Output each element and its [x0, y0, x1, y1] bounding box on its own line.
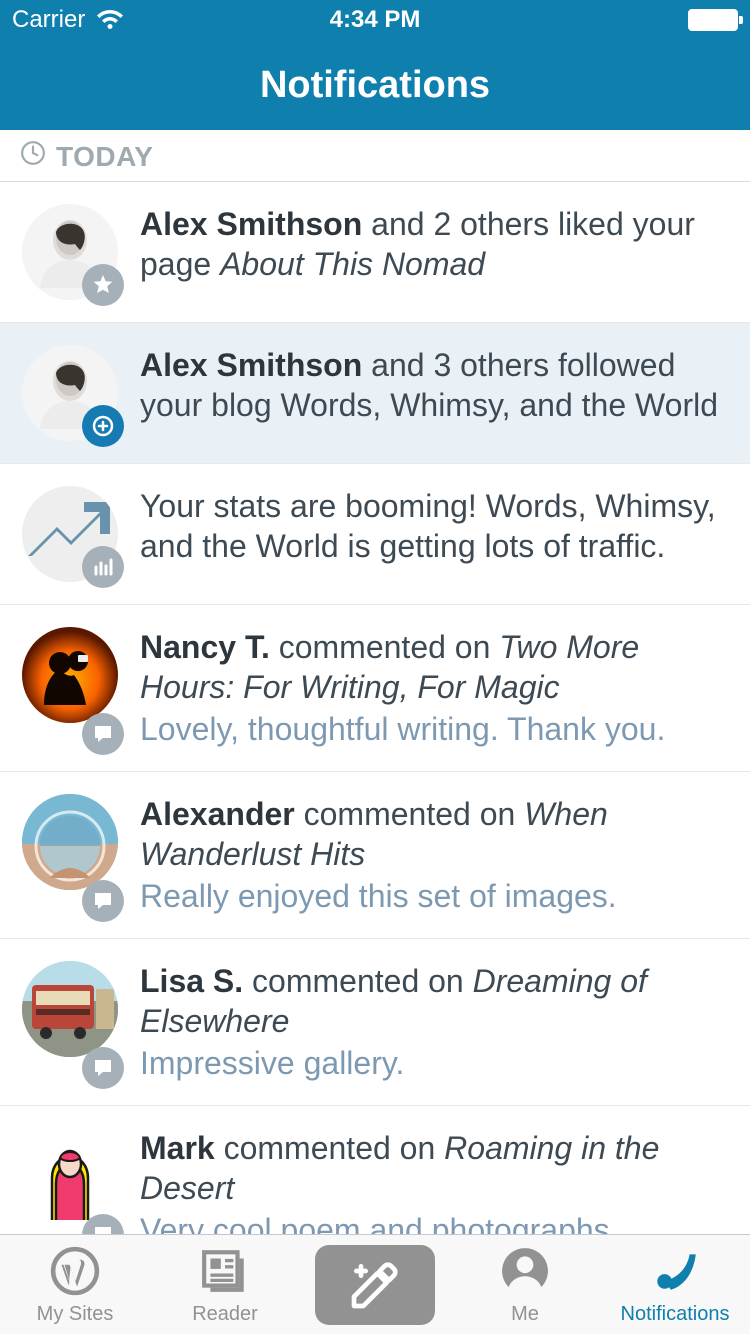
notification-item[interactable]: Your stats are booming! Words, Whimsy, a…: [0, 464, 750, 605]
person-icon: [500, 1243, 550, 1299]
tab-compose[interactable]: [300, 1245, 450, 1325]
notification-body: Lisa S. commented on Dreaming of Elsewhe…: [140, 961, 730, 1083]
tab-notifications[interactable]: Notifications: [600, 1243, 750, 1326]
comment-badge-icon: [82, 880, 124, 922]
comment-badge-icon: [82, 713, 124, 755]
notification-list: Alex Smithson and 2 others liked your pa…: [0, 182, 750, 1273]
content-title: About This Nomad: [220, 246, 485, 282]
actor-name: Lisa S.: [140, 963, 243, 999]
wordpress-icon: [50, 1243, 100, 1299]
actor-name: Alexander: [140, 796, 295, 832]
notification-body: Your stats are booming! Words, Whimsy, a…: [140, 486, 730, 582]
notification-item[interactable]: Alexander commented on When Wanderlust H…: [0, 772, 750, 939]
avatar: [22, 1128, 118, 1224]
notification-item[interactable]: Alex Smithson and 2 others liked your pa…: [0, 182, 750, 323]
tab-my-sites[interactable]: My Sites: [0, 1243, 150, 1326]
notification-item[interactable]: Alex Smithson and 3 others followed your…: [0, 323, 750, 464]
avatar-wrap: [22, 345, 118, 441]
plus-badge-icon: [82, 405, 124, 447]
section-header-today: TODAY: [0, 130, 750, 182]
reader-icon: [200, 1243, 250, 1299]
compose-icon: [347, 1257, 403, 1313]
notification-body: Nancy T. commented on Two More Hours: Fo…: [140, 627, 730, 749]
notification-body: Alexander commented on When Wanderlust H…: [140, 794, 730, 916]
avatar-wrap: [22, 204, 118, 300]
carrier-label: Carrier: [12, 6, 85, 34]
avatar-wrap: [22, 1128, 118, 1250]
avatar: [22, 627, 118, 723]
notification-text: commented on: [295, 796, 524, 832]
notification-body: Alex Smithson and 2 others liked your pa…: [140, 204, 730, 300]
actor-name: Mark: [140, 1130, 215, 1166]
wifi-icon: [95, 9, 125, 31]
notification-item[interactable]: Nancy T. commented on Two More Hours: Fo…: [0, 605, 750, 772]
actor-name: Nancy T.: [140, 629, 270, 665]
compose-button[interactable]: [315, 1245, 435, 1325]
tab-me[interactable]: Me: [450, 1243, 600, 1326]
avatar: [22, 794, 118, 890]
tab-label: My Sites: [37, 1303, 114, 1326]
star-badge-icon: [82, 264, 124, 306]
notification-text: Your stats are booming! Words, Whimsy, a…: [140, 488, 716, 564]
stats-badge-icon: [82, 546, 124, 588]
tab-label: Notifications: [621, 1303, 730, 1326]
page-title: Notifications: [0, 40, 750, 130]
avatar-wrap: [22, 486, 118, 582]
comment-badge-icon: [82, 1047, 124, 1089]
notification-item[interactable]: Lisa S. commented on Dreaming of Elsewhe…: [0, 939, 750, 1106]
tab-label: Reader: [192, 1303, 258, 1326]
tab-label: Me: [511, 1303, 539, 1326]
status-time: 4:34 PM: [254, 6, 496, 34]
avatar-wrap: [22, 961, 118, 1083]
avatar-wrap: [22, 627, 118, 749]
section-label: TODAY: [56, 141, 153, 173]
notification-text: commented on: [243, 963, 472, 999]
actor-name: Alex Smithson: [140, 206, 362, 242]
notification-text: commented on: [270, 629, 499, 665]
notification-icon: [650, 1243, 700, 1299]
comment-preview: Really enjoyed this set of images.: [140, 876, 730, 916]
battery-icon: [688, 9, 738, 31]
avatar-wrap: [22, 794, 118, 916]
actor-name: Alex Smithson: [140, 347, 362, 383]
comment-preview: Impressive gallery.: [140, 1043, 730, 1083]
clock-icon: [20, 140, 46, 173]
notification-body: Alex Smithson and 3 others followed your…: [140, 345, 730, 441]
status-bar: Carrier 4:34 PM: [0, 0, 750, 40]
comment-preview: Lovely, thoughtful writing. Thank you.: [140, 709, 730, 749]
tab-bar: My Sites Reader Me Notifications: [0, 1234, 750, 1334]
avatar: [22, 961, 118, 1057]
tab-reader[interactable]: Reader: [150, 1243, 300, 1326]
notification-text: commented on: [215, 1130, 444, 1166]
notification-body: Mark commented on Roaming in the DesertV…: [140, 1128, 730, 1250]
